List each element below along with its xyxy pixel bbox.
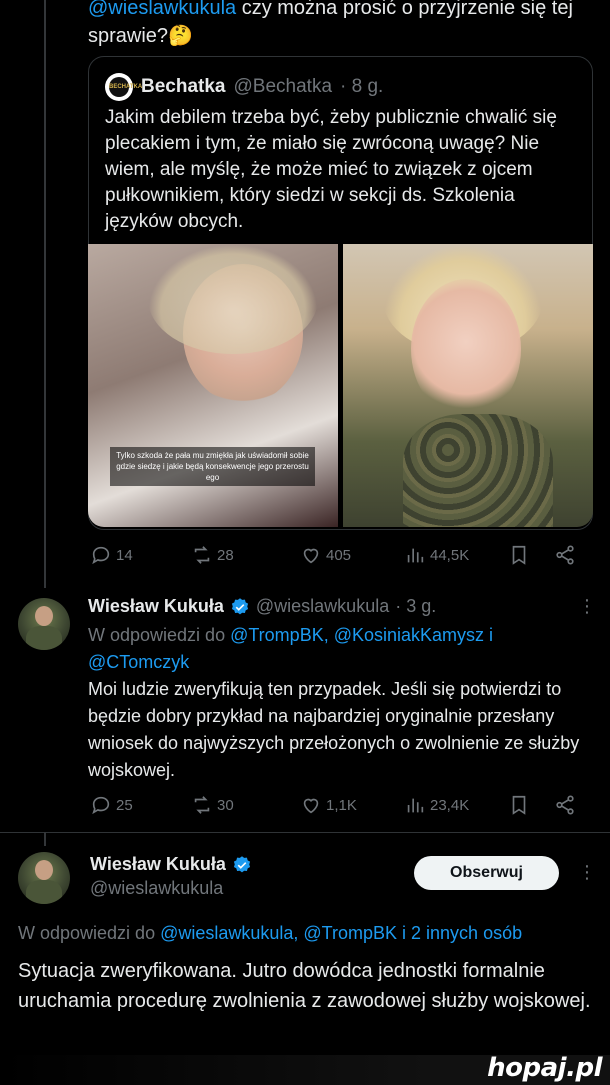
like-count: 1,1K [326,796,357,814]
reply-tweet-text: Moi ludzie zweryfikują ten przypadek. Je… [88,679,580,780]
actions-row-1: 14 28 405 44,5K [88,542,588,568]
repost-count: 30 [217,796,234,814]
reply-author-handle: @wieslawkukula [255,596,390,616]
top-tweet-mention[interactable]: @wieslawkukula [88,0,236,19]
main-reply-to-prefix: W odpowiedzi do [18,923,161,943]
views-count: 23,4K [430,796,470,814]
share-button[interactable] [554,544,576,566]
share-button[interactable] [554,794,576,816]
more-icon[interactable]: ⋮ [578,862,596,883]
reply-to-mentions[interactable]: @TrompBK, @KosiniakKamysz i [230,625,493,645]
reply-count: 14 [116,546,133,564]
quote-avatar[interactable]: BECHATKA [105,73,142,101]
bookmark-button[interactable] [508,544,530,566]
image-caption: Tylko szkoda że pała mu zmiękła jak uświ… [110,447,315,486]
like-icon [303,798,319,814]
quote-author-handle: @Bechatka [233,76,333,97]
thread-line-connector [44,832,46,846]
repost-count: 28 [217,546,234,564]
actions-row-2: 25 30 1,1K 23,4K [88,792,588,818]
views-icon [407,548,424,563]
like-icon [303,548,319,564]
reply-time: · 3 g. [395,596,437,616]
avatar-head [35,860,53,880]
reply-author-avatar[interactable] [18,598,70,650]
main-author-name[interactable]: Wiesław Kukuła [90,854,226,875]
share-icon [556,545,574,565]
avatar-body [26,880,62,904]
repost-icon [194,796,210,814]
avatar-head [35,606,53,626]
bookmark-icon [512,795,526,815]
photo-uniform [403,414,553,527]
repost-button[interactable]: 30 [191,794,234,816]
top-tweet-text: @wieslawkukula czy można prosić o przyjr… [88,0,588,50]
share-icon [556,795,574,815]
views-icon [407,798,424,813]
main-tweet-text: Sytuacja zweryfikowana. Jutro dowódca je… [18,960,591,1012]
reply-author-name[interactable]: Wiesław Kukuła [88,596,224,617]
reply-button[interactable]: 25 [90,794,133,816]
bookmark-button[interactable] [508,794,530,816]
quote-header: BECHATKA Bechatka @Bechatka · 8 g. [105,73,383,101]
repost-button[interactable]: 28 [191,544,234,566]
views-button[interactable]: 23,4K [404,794,469,816]
views-button[interactable]: 44,5K [404,544,469,566]
quote-text: Jakim debilem trzeba być, żeby publiczni… [105,107,557,232]
more-icon[interactable]: ⋮ [578,596,596,617]
reply-to-mention-ctomczyk[interactable]: @CTomczyk [88,652,189,672]
reply-button[interactable]: 14 [90,544,133,566]
views-count: 44,5K [430,546,470,564]
avatar-body [26,626,62,650]
reply-to-prefix: W odpowiedzi do [88,625,231,645]
like-count: 405 [326,546,352,564]
reply-icon [92,796,110,815]
main-author-avatar[interactable] [18,852,70,904]
reply-to-line: W odpowiedzi do @TrompBK, @KosiniakKamys… [88,622,588,676]
divider [0,832,610,833]
main-author-handle: @wieslawkukula [90,878,224,898]
reply-icon [92,546,110,565]
verified-icon [231,597,248,614]
photo-hair [148,244,318,354]
quote-author-name[interactable]: Bechatka [141,76,226,98]
like-button[interactable]: 1,1K [300,794,357,816]
quote-image-right[interactable] [343,244,593,527]
like-button[interactable]: 405 [300,544,351,566]
watermark-logo: hopaj.pl [487,1053,602,1083]
thread-line [44,0,46,588]
follow-button[interactable]: Obserwuj [414,856,559,890]
photo-face [411,279,521,419]
top-tweet-line1: czy można prosić o przyjrzenie się tej [236,0,573,19]
verified-icon [233,855,250,872]
main-reply-to-mentions[interactable]: @wieslawkukula, @TrompBK i 2 innych osób [160,923,522,943]
reply-count: 25 [116,796,133,814]
bookmark-icon [512,545,526,565]
quote-time: · 8 g. [340,76,384,97]
repost-icon [194,546,210,564]
main-tweet-header: Wiesław Kukuła [90,854,252,875]
top-tweet-line2: sprawie?🤔 [88,25,193,47]
quote-avatar-text: BECHATKA [109,77,142,97]
reply-tweet-header: Wiesław Kukuła @wieslawkukula · 3 g. [88,596,436,617]
quote-image-left[interactable]: Tylko szkoda że pała mu zmiękła jak uświ… [88,244,338,527]
main-reply-to-line: W odpowiedzi do @wieslawkukula, @TrompBK… [18,920,598,947]
